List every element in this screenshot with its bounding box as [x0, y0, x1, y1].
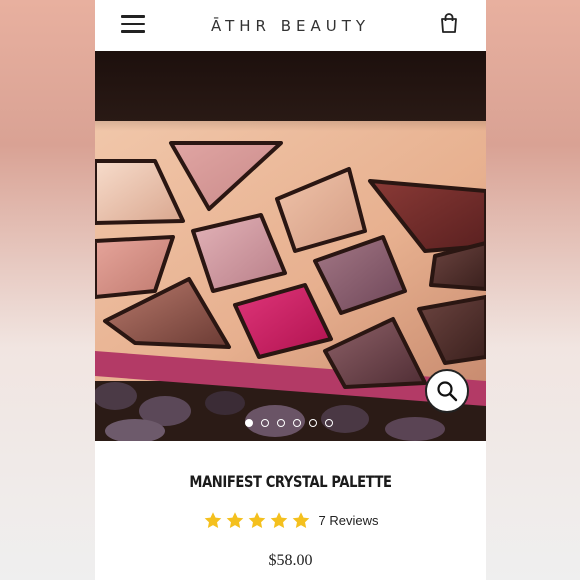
product-info: MANIFEST CRYSTAL PALETTE 7 Reviews $58.0…: [95, 441, 486, 570]
gallery-dot-6[interactable]: [325, 419, 333, 427]
shopping-bag-icon: [441, 13, 457, 33]
hamburger-icon: [121, 15, 145, 18]
star-icon: [270, 512, 287, 529]
menu-button[interactable]: [121, 12, 145, 34]
product-price: $58.00: [268, 552, 313, 569]
star-icon: [226, 512, 243, 529]
gallery-dot-3[interactable]: [277, 419, 285, 427]
star-icon: [292, 512, 309, 529]
gallery-dot-2[interactable]: [261, 419, 269, 427]
product-rating[interactable]: 7 Reviews: [95, 511, 486, 530]
zoom-button[interactable]: [425, 369, 469, 413]
star-icon: [248, 512, 265, 529]
cart-button[interactable]: [440, 13, 458, 33]
brand-logo[interactable]: ĀTHR BEAUTY: [211, 17, 370, 35]
star-icon: [204, 512, 221, 529]
gallery-dot-5[interactable]: [309, 419, 317, 427]
gallery-dot-4[interactable]: [293, 419, 301, 427]
mobile-page: ĀTHR BEAUTY MANIFEST CRYSTAL PALETTE 7 R…: [95, 0, 486, 580]
product-title: MANIFEST CRYSTAL PALETTE: [189, 472, 392, 491]
product-image-gallery[interactable]: [95, 51, 486, 441]
top-navigation-bar: ĀTHR BEAUTY: [95, 0, 486, 51]
magnifier-icon: [437, 381, 458, 402]
gallery-dot-1[interactable]: [245, 419, 253, 427]
reviews-link[interactable]: 7 Reviews: [319, 513, 379, 528]
gallery-pagination: [245, 419, 333, 427]
